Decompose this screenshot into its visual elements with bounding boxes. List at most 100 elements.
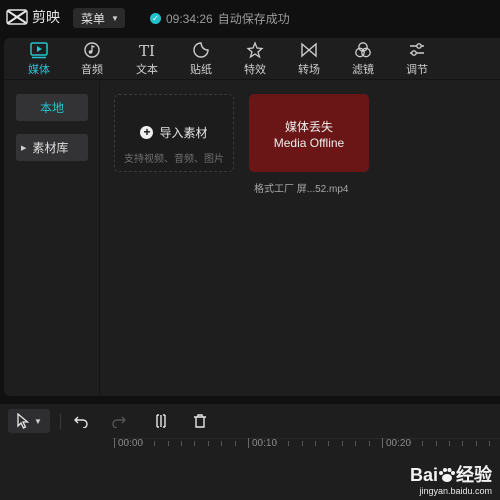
tab-label: 滤镜	[352, 64, 374, 76]
ruler-minor-tick	[140, 441, 142, 446]
resource-toolbar: 媒体 音频 TI 文本 贴纸 特效 转场 滤镜 调节	[4, 38, 500, 80]
timeline-panel: ▼ 00:00 00:10 00:20 Bai 经验 jingyan.baidu…	[0, 404, 500, 500]
tab-text[interactable]: TI 文本	[122, 40, 172, 78]
tab-sticker[interactable]: 贴纸	[176, 40, 226, 78]
tab-filter[interactable]: 滤镜	[338, 40, 388, 78]
toolbar-divider	[60, 414, 61, 430]
media-icon	[30, 42, 48, 59]
media-offline-cn: 媒体丢失	[284, 120, 333, 134]
ruler-minor-tick	[234, 441, 236, 446]
media-thumbnail[interactable]: 媒体丢失 Media Offline	[249, 94, 369, 172]
ruler-minor-tick	[462, 441, 464, 446]
ruler-minor-tick	[475, 441, 477, 446]
tab-transition[interactable]: 转场	[284, 40, 334, 78]
tab-audio[interactable]: 音频	[67, 40, 117, 78]
app-logo: 剪映	[6, 7, 60, 27]
ruler-label: 00:20	[386, 438, 412, 449]
delete-button[interactable]	[189, 409, 211, 433]
sidebar-item-local[interactable]: 本地	[16, 94, 88, 121]
ruler-minor-tick	[489, 441, 491, 446]
title-bar: 剪映 菜单 ▼ ✓ 09:34:26 自动保存成功	[0, 0, 500, 36]
ruler-minor-tick	[341, 441, 343, 446]
ruler-minor-tick	[127, 441, 129, 446]
menu-button[interactable]: 菜单 ▼	[73, 8, 125, 28]
baidu-watermark: Bai 经验 jingyan.baidu.com	[410, 461, 492, 496]
menu-label: 菜单	[81, 11, 106, 26]
media-offline-en: Media Offline	[273, 136, 345, 150]
tab-label: 文本	[136, 64, 158, 76]
ruler-minor-tick	[355, 441, 357, 446]
sidebar-item-library[interactable]: ▶ 素材库	[16, 134, 88, 161]
ruler-minor-tick	[288, 441, 290, 446]
transition-icon	[301, 42, 317, 58]
plus-icon: +	[140, 126, 154, 139]
timeline-ruler[interactable]: 00:00 00:10 00:20	[112, 438, 500, 458]
ruler-minor-tick	[261, 441, 263, 446]
tab-adjust[interactable]: 调节	[392, 40, 442, 78]
svg-text:TI: TI	[139, 42, 155, 59]
ruler-major-tick	[382, 438, 383, 448]
ruler-baseline	[112, 438, 500, 439]
ruler-minor-tick	[449, 441, 450, 446]
ruler-label: 00:10	[252, 438, 278, 449]
save-time: 09:34:26	[166, 11, 213, 26]
ruler-minor-tick	[328, 441, 330, 446]
ruler-minor-tick	[301, 441, 303, 446]
watermark-bai: Bai	[409, 465, 438, 485]
trash-icon	[194, 414, 206, 428]
ruler-major-tick	[114, 438, 115, 448]
autosave-status: ✓ 09:34:26 自动保存成功	[150, 10, 290, 27]
sticker-icon	[193, 42, 209, 58]
tab-label: 媒体	[28, 64, 50, 76]
import-media-button[interactable]: + 导入素材 支持视频、音频、图片	[114, 94, 234, 172]
import-sublabel: 支持视频、音频、图片	[124, 154, 224, 165]
redo-icon	[112, 416, 126, 428]
ruler-label: 00:00	[118, 438, 144, 449]
media-panel: 媒体 音频 TI 文本 贴纸 特效 转场 滤镜 调节 本地 ▶ 素材库 + 导入…	[4, 38, 500, 396]
watermark-main: Bai 经验	[410, 461, 492, 487]
ruler-minor-tick	[315, 441, 316, 446]
redo-button[interactable]	[108, 409, 130, 433]
ruler-minor-tick	[435, 441, 437, 446]
chevron-down-icon: ▼	[34, 416, 42, 426]
text-icon: TI	[139, 42, 155, 59]
tab-effects[interactable]: 特效	[230, 40, 280, 78]
music-note-icon	[84, 42, 100, 58]
ruler-minor-tick	[221, 441, 223, 446]
split-button[interactable]	[150, 409, 172, 433]
ruler-minor-tick	[422, 441, 424, 446]
chevron-down-icon: ▼	[111, 13, 119, 23]
watermark-jingyan: 经验	[456, 465, 492, 485]
ruler-minor-tick	[167, 441, 169, 446]
ruler-minor-tick	[408, 441, 410, 446]
ruler-major-tick	[248, 438, 249, 448]
media-filename: 格式工厂 屏...52.mp4	[254, 184, 349, 195]
capcut-logo-icon	[6, 9, 28, 25]
adjust-sliders-icon	[410, 43, 424, 56]
tab-label: 调节	[406, 64, 428, 76]
effects-star-icon	[246, 41, 264, 59]
save-text: 自动保存成功	[217, 12, 290, 26]
ruler-minor-tick	[395, 441, 397, 446]
media-sidebar: 本地 ▶ 素材库	[4, 81, 100, 396]
ruler-minor-tick	[207, 441, 209, 446]
filter-circles-icon	[355, 42, 371, 58]
import-label-row: + 导入素材	[115, 124, 233, 141]
timeline-toolbar: ▼	[0, 404, 500, 438]
ruler-minor-tick	[274, 441, 276, 446]
tab-label: 贴纸	[190, 64, 212, 76]
select-tool-button[interactable]: ▼	[8, 409, 50, 433]
undo-button[interactable]	[70, 409, 92, 433]
baidu-paw-icon	[439, 468, 455, 482]
ruler-minor-tick	[368, 441, 370, 446]
ruler-minor-tick	[181, 441, 182, 446]
caret-right-icon: ▶	[21, 144, 27, 152]
ruler-minor-tick	[194, 441, 196, 446]
sidebar-item-label: 本地	[39, 101, 64, 115]
tab-label: 转场	[298, 64, 320, 76]
check-circle-icon: ✓	[150, 13, 161, 24]
sidebar-item-label: 素材库	[32, 141, 69, 155]
app-name: 剪映	[32, 9, 60, 25]
tab-label: 音频	[81, 64, 103, 76]
tab-media[interactable]: 媒体	[14, 40, 64, 78]
